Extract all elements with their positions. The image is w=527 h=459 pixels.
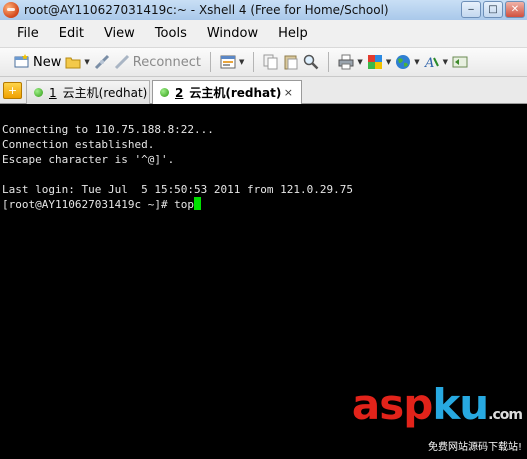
find-icon (304, 54, 319, 70)
more-icon (452, 56, 468, 68)
chevron-down-icon: ▼ (239, 58, 245, 66)
font-button[interactable]: A ▼ (422, 50, 450, 74)
reconnect-icon (114, 54, 129, 70)
text-cursor (194, 197, 202, 210)
copy-icon (263, 54, 278, 70)
new-session-button[interactable]: New (12, 50, 63, 74)
terminal-line: Escape character is '^@]'. (2, 153, 175, 166)
new-label: New (33, 54, 62, 70)
reconnect-button[interactable]: Reconnect (112, 50, 203, 74)
paste-button[interactable] (281, 50, 301, 74)
color-scheme-icon (367, 55, 382, 69)
find-button[interactable] (301, 50, 321, 74)
menu-file[interactable]: File (17, 26, 39, 41)
chevron-down-icon: ▼ (414, 58, 420, 66)
connected-status-icon (160, 88, 169, 97)
minimize-button[interactable]: ‒ (461, 1, 481, 18)
watermark-logo: aspku.com (351, 380, 523, 429)
menu-edit[interactable]: Edit (59, 26, 84, 41)
svg-text:A: A (424, 56, 434, 70)
maximize-button[interactable]: □ (483, 1, 503, 18)
chevron-down-icon: ▼ (84, 58, 90, 66)
connected-status-icon (34, 88, 43, 97)
reconnect-label: Reconnect (132, 54, 202, 70)
copy-button[interactable] (261, 50, 281, 74)
disconnect-icon (94, 54, 109, 70)
session-tab-bar: + 1 云主机(redhat) 2 云主机(redhat) × (0, 77, 527, 105)
terminal-command: [root@AY110627031419c ~]# top (2, 198, 195, 211)
chevron-down-icon: ▼ (357, 58, 363, 66)
tab-session-1[interactable]: 1 云主机(redhat) (26, 80, 150, 104)
xshell-app-icon[interactable] (3, 2, 19, 18)
toolbar-separator (210, 52, 212, 72)
toolbar-separator (253, 52, 255, 72)
window-controls: ‒ □ ✕ (461, 1, 525, 18)
watermark-subtitle: 免费网站源码下载站! (427, 442, 522, 453)
tab-session-2[interactable]: 2 云主机(redhat) × (152, 80, 302, 105)
disconnect-button[interactable] (92, 50, 112, 74)
print-button[interactable]: ▼ (336, 50, 364, 74)
print-icon (338, 54, 354, 70)
terminal-prompt-line: [root@AY110627031419c ~]# top (2, 197, 527, 212)
new-tab-button[interactable]: + (3, 82, 22, 99)
new-session-icon (14, 54, 29, 68)
more-button[interactable] (450, 50, 470, 74)
tab-number: 1 (49, 85, 57, 100)
menu-bar: File Edit View Tools Window Help (0, 20, 527, 48)
menu-window[interactable]: Window (207, 26, 258, 41)
window-title: root@AY110627031419c:~ - Xshell 4 (Free … (24, 3, 389, 17)
menu-tools[interactable]: Tools (155, 26, 187, 41)
paste-icon (284, 55, 298, 70)
terminal-line: Last login: Tue Jul 5 15:50:53 2011 from… (2, 183, 353, 196)
menu-help[interactable]: Help (278, 26, 308, 41)
chevron-down-icon: ▼ (442, 58, 448, 66)
tab-number: 2 (175, 85, 184, 100)
terminal-line: Connecting to 110.75.188.8:22... (2, 123, 214, 136)
watermark: aspku.com 免费网站源码下载站! (351, 380, 523, 454)
color-scheme-button[interactable]: ▼ (365, 50, 393, 74)
menu-view[interactable]: View (104, 26, 135, 41)
close-button[interactable]: ✕ (505, 1, 525, 18)
font-icon: A (424, 56, 439, 70)
properties-button[interactable]: ▼ (218, 50, 246, 74)
open-button[interactable]: ▼ (63, 50, 91, 74)
toolbar: New ▼ Reconnect ▼ ▼ ▼ ▼ A ▼ (0, 48, 527, 77)
chevron-down-icon: ▼ (385, 58, 392, 66)
tab-close-icon[interactable]: × (284, 86, 293, 99)
properties-icon (220, 55, 236, 69)
globe-icon (396, 55, 411, 69)
title-bar: root@AY110627031419c:~ - Xshell 4 (Free … (0, 0, 527, 20)
toolbar-separator (328, 52, 330, 72)
tab-title: 云主机(redhat) (62, 86, 148, 100)
terminal-line: Connection established. (2, 138, 155, 151)
open-folder-icon (65, 57, 81, 69)
globe-button[interactable]: ▼ (393, 50, 421, 74)
tab-title: 云主机(redhat) (189, 86, 282, 100)
